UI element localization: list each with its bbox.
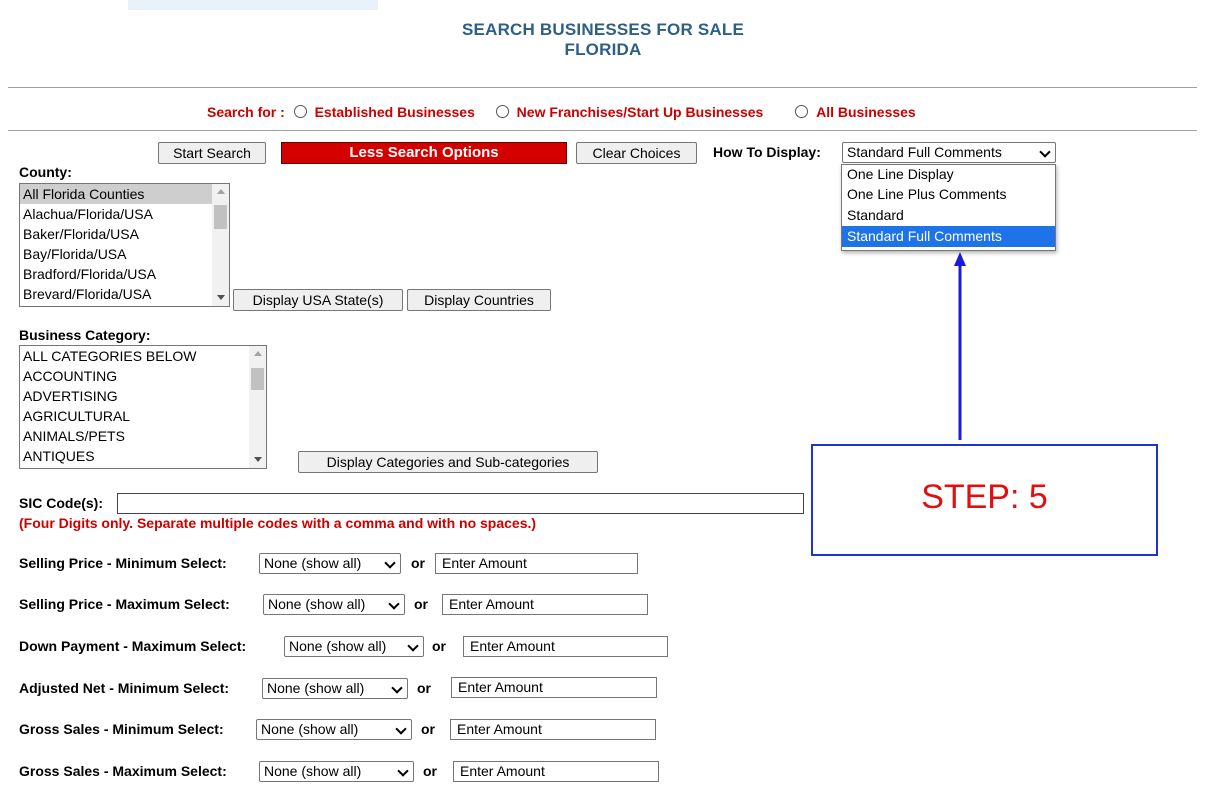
category-scrollbar[interactable] xyxy=(249,346,266,468)
selling-price-min-amount[interactable]: Enter Amount xyxy=(435,553,638,574)
radio-label-established[interactable]: Established Businesses xyxy=(315,104,475,120)
select-value: None (show all) xyxy=(268,596,366,612)
step-annotation-box: STEP: 5 xyxy=(811,444,1158,556)
radio-all[interactable] xyxy=(795,105,809,118)
select-value: None (show all) xyxy=(264,555,362,571)
page-title: SEARCH BUSINESSES FOR SALE xyxy=(462,20,744,39)
radio-established[interactable] xyxy=(293,105,307,118)
gross-sales-max-select[interactable]: None (show all) xyxy=(259,761,414,782)
scroll-thumb[interactable] xyxy=(251,368,264,390)
adjusted-net-min-label: Adjusted Net - Minimum Select: xyxy=(19,680,230,696)
list-item[interactable]: Bay/Florida/USA xyxy=(20,244,229,264)
radio-label-all[interactable]: All Businesses xyxy=(816,104,916,120)
sic-hint: (Four Digits only. Separate multiple cod… xyxy=(19,515,537,531)
selling-price-min-select[interactable]: None (show all) xyxy=(259,553,401,574)
adjusted-net-min-select[interactable]: None (show all) xyxy=(262,678,408,699)
list-item[interactable]: Bradford/Florida/USA xyxy=(20,264,229,284)
gross-sales-max-amount[interactable]: Enter Amount xyxy=(453,761,659,782)
county-label: County: xyxy=(19,164,72,180)
select-value: None (show all) xyxy=(267,680,365,696)
or-label: or xyxy=(417,680,431,696)
gross-sales-min-amount[interactable]: Enter Amount xyxy=(450,719,656,740)
list-item[interactable]: Brevard/Florida/USA xyxy=(20,284,229,304)
down-payment-max-label: Down Payment - Maximum Select: xyxy=(19,638,247,654)
scroll-thumb[interactable] xyxy=(214,205,227,229)
scroll-down-icon[interactable] xyxy=(217,295,225,300)
chevron-down-icon xyxy=(1039,146,1051,158)
select-value: None (show all) xyxy=(264,763,362,779)
divider-bottom xyxy=(8,130,1197,131)
search-for-row: Search for : Established Businesses New … xyxy=(207,104,916,120)
sic-label: SIC Code(s): xyxy=(19,495,103,511)
dropdown-option[interactable]: One Line Plus Comments xyxy=(842,184,1055,205)
category-listbox[interactable]: ALL CATEGORIES BELOW ACCOUNTING ADVERTIS… xyxy=(19,345,267,469)
down-payment-max-select[interactable]: None (show all) xyxy=(284,636,424,657)
list-item[interactable]: AGRICULTURAL xyxy=(20,406,266,426)
radio-franchises[interactable] xyxy=(495,105,509,118)
chevron-down-icon xyxy=(388,598,400,610)
page-subtitle: FLORIDA xyxy=(564,40,642,59)
or-label: or xyxy=(411,555,425,571)
select-value: None (show all) xyxy=(289,638,387,654)
search-for-label: Search for : xyxy=(207,104,285,120)
clear-choices-button[interactable]: Clear Choices xyxy=(576,142,697,164)
or-label: or xyxy=(414,596,428,612)
business-category-label: Business Category: xyxy=(19,327,151,343)
list-item[interactable]: Baker/Florida/USA xyxy=(20,224,229,244)
chevron-down-icon xyxy=(395,723,407,735)
scroll-up-icon[interactable] xyxy=(254,351,262,356)
selling-price-min-label: Selling Price - Minimum Select: xyxy=(19,555,227,571)
county-listbox[interactable]: All Florida Counties Alachua/Florida/USA… xyxy=(19,183,230,307)
less-search-options-button[interactable]: Less Search Options xyxy=(281,142,567,164)
selling-price-max-amount[interactable]: Enter Amount xyxy=(442,594,648,615)
display-categories-button[interactable]: Display Categories and Sub-categories xyxy=(298,451,598,473)
gross-sales-min-label: Gross Sales - Minimum Select: xyxy=(19,721,224,737)
chevron-down-icon xyxy=(391,682,403,694)
how-to-display-select[interactable]: Standard Full Comments xyxy=(842,142,1056,163)
chevron-down-icon xyxy=(407,640,419,652)
down-payment-max-amount[interactable]: Enter Amount xyxy=(463,636,668,657)
selling-price-max-select[interactable]: None (show all) xyxy=(263,594,405,615)
gross-sales-max-label: Gross Sales - Maximum Select: xyxy=(19,763,227,779)
chevron-down-icon xyxy=(384,557,396,569)
display-dropdown-list[interactable]: One Line Display One Line Plus Comments … xyxy=(841,164,1056,251)
adjusted-net-min-amount[interactable]: Enter Amount xyxy=(451,677,657,698)
dropdown-option[interactable]: Standard xyxy=(842,205,1055,226)
list-item[interactable]: ALL CATEGORIES BELOW xyxy=(20,346,266,366)
sic-code-input[interactable] xyxy=(117,493,804,514)
scroll-up-icon[interactable] xyxy=(217,189,225,194)
display-countries-button[interactable]: Display Countries xyxy=(407,289,551,311)
dropdown-option[interactable]: One Line Display xyxy=(842,165,1055,184)
gross-sales-min-select[interactable]: None (show all) xyxy=(256,719,412,740)
chevron-down-icon xyxy=(397,765,409,777)
display-usa-states-button[interactable]: Display USA State(s) xyxy=(233,289,403,311)
list-item[interactable]: ANIMALS/PETS xyxy=(20,426,266,446)
list-item[interactable]: ANTIQUES xyxy=(20,446,266,466)
scroll-down-icon[interactable] xyxy=(254,457,262,462)
or-label: or xyxy=(432,638,446,654)
annotation-arrow xyxy=(954,252,966,440)
or-label: or xyxy=(421,721,435,737)
how-to-display-label: How To Display: xyxy=(713,144,821,160)
or-label: or xyxy=(423,763,437,779)
list-item[interactable]: ACCOUNTING xyxy=(20,366,266,386)
radio-label-franchises[interactable]: New Franchises/Start Up Businesses xyxy=(517,104,764,120)
select-value: None (show all) xyxy=(261,721,359,737)
selling-price-max-label: Selling Price - Maximum Select: xyxy=(19,596,230,612)
list-item[interactable]: Alachua/Florida/USA xyxy=(20,204,229,224)
list-item[interactable]: ADVERTISING xyxy=(20,386,266,406)
list-item[interactable]: All Florida Counties xyxy=(20,184,229,204)
county-scrollbar[interactable] xyxy=(212,184,229,306)
start-search-button[interactable]: Start Search xyxy=(158,142,266,164)
divider-top xyxy=(8,87,1197,88)
how-to-display-value: Standard Full Comments xyxy=(847,144,1002,160)
step-label: STEP: 5 xyxy=(921,478,1048,516)
arrow-head-icon xyxy=(954,252,966,266)
top-banner-fragment xyxy=(128,0,378,10)
dropdown-option-highlighted[interactable]: Standard Full Comments xyxy=(842,226,1055,247)
